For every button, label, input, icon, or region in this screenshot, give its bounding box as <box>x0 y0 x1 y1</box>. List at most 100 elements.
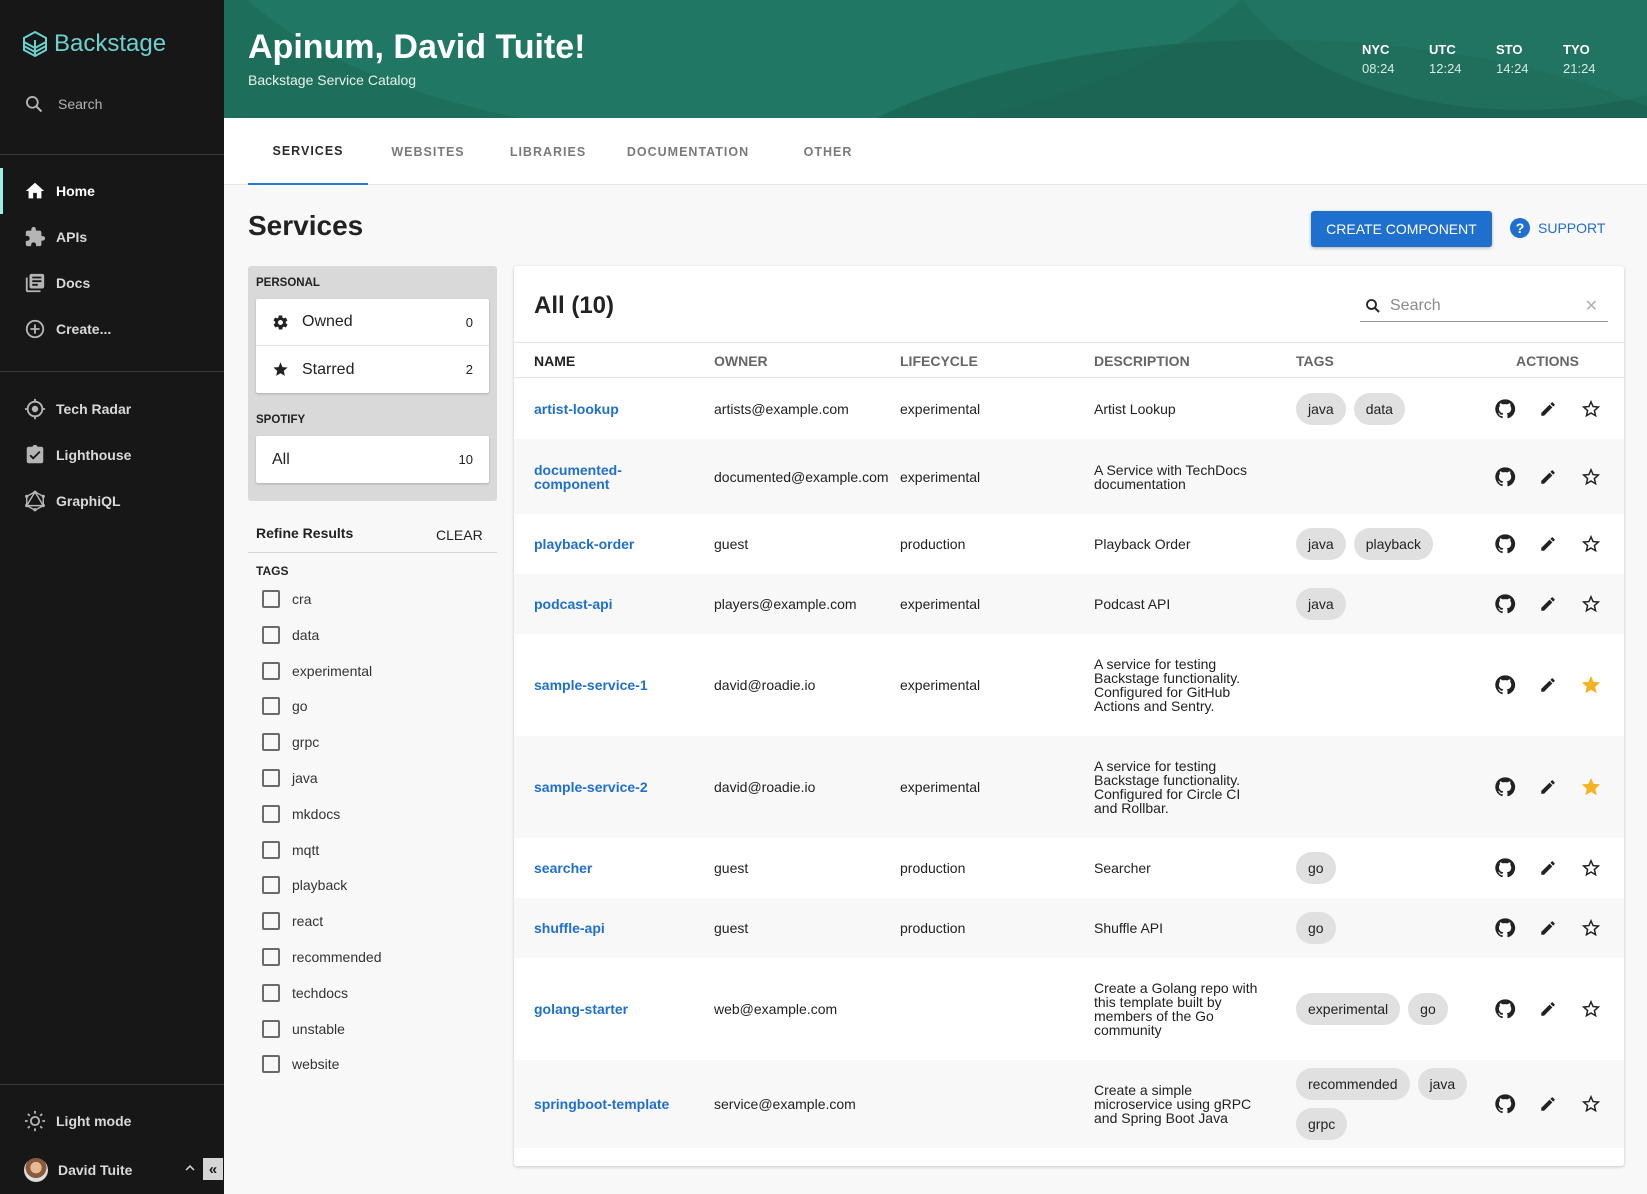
tag-filter-experimental[interactable]: experimental <box>262 661 372 680</box>
sidebar-search[interactable]: Search <box>24 94 102 114</box>
edit-icon[interactable] <box>1539 400 1557 418</box>
collapse-sidebar-button[interactable]: « <box>203 1158 223 1180</box>
tab-documentation[interactable]: DOCUMENTATION <box>608 118 768 185</box>
star-filled-icon[interactable] <box>1580 674 1602 696</box>
clear-search-icon[interactable]: ✕ <box>1585 296 1598 316</box>
edit-icon[interactable] <box>1539 1095 1557 1113</box>
service-name-link[interactable]: playback-order <box>534 537 674 551</box>
tab-services[interactable]: SERVICES <box>248 118 368 185</box>
edit-icon[interactable] <box>1539 676 1557 694</box>
tag-filter-cra[interactable]: cra <box>262 590 311 608</box>
edit-icon[interactable] <box>1539 535 1557 553</box>
column-header-tags[interactable]: TAGS <box>1296 353 1334 369</box>
tab-websites[interactable]: WEBSITES <box>368 118 488 185</box>
light-mode-toggle[interactable]: Light mode <box>0 1098 224 1144</box>
star-outline-icon[interactable] <box>1580 998 1602 1020</box>
star-outline-icon[interactable] <box>1580 398 1602 420</box>
column-header-description[interactable]: DESCRIPTION <box>1094 353 1190 369</box>
checkbox[interactable] <box>262 912 280 931</box>
service-name-link[interactable]: golang-starter <box>534 1002 674 1016</box>
checkbox[interactable] <box>262 983 280 1002</box>
service-name-link[interactable]: sample-service-1 <box>534 678 674 692</box>
checkbox[interactable] <box>262 840 280 859</box>
clear-filters-button[interactable]: CLEAR <box>436 527 483 543</box>
create-component-button[interactable]: CREATE COMPONENT <box>1311 211 1492 247</box>
checkbox[interactable] <box>262 804 280 823</box>
tag-filter-go[interactable]: go <box>262 697 308 716</box>
edit-icon[interactable] <box>1539 859 1557 877</box>
tag-filter-unstable[interactable]: unstable <box>262 1019 345 1038</box>
tab-other[interactable]: OTHER <box>768 118 888 185</box>
sidebar-item-graphiql[interactable]: GraphiQL <box>0 478 224 524</box>
tag-filter-grpc[interactable]: grpc <box>262 733 319 752</box>
checkbox[interactable] <box>262 661 280 680</box>
sidebar-item-apis[interactable]: APIs <box>0 214 224 260</box>
service-name-link[interactable]: artist-lookup <box>534 402 674 416</box>
github-icon[interactable] <box>1494 1093 1516 1115</box>
star-filled-icon[interactable] <box>1580 776 1602 798</box>
sidebar-item-docs[interactable]: Docs <box>0 260 224 306</box>
checkbox[interactable] <box>262 948 280 966</box>
github-icon[interactable] <box>1494 533 1516 555</box>
service-name-link[interactable]: springboot-template <box>534 1097 674 1111</box>
tag-filter-mkdocs[interactable]: mkdocs <box>262 804 340 823</box>
github-icon[interactable] <box>1494 398 1516 420</box>
checkbox[interactable] <box>262 733 280 752</box>
tags-header: TAGS <box>256 564 289 578</box>
github-icon[interactable] <box>1494 857 1516 879</box>
edit-icon[interactable] <box>1539 468 1557 486</box>
column-header-owner[interactable]: OWNER <box>714 353 768 369</box>
column-header-lifecycle[interactable]: LIFECYCLE <box>900 353 978 369</box>
filter-starred[interactable]: Starred 2 <box>256 346 489 393</box>
filter-all[interactable]: All 10 <box>256 436 489 483</box>
checkbox[interactable] <box>262 1019 280 1038</box>
star-outline-icon[interactable] <box>1580 857 1602 879</box>
backstage-logo[interactable]: Backstage <box>22 30 166 58</box>
column-header-name[interactable]: NAME <box>534 353 575 369</box>
star-outline-icon[interactable] <box>1580 593 1602 615</box>
tag-filter-react[interactable]: react <box>262 912 323 931</box>
service-name-link[interactable]: searcher <box>534 861 674 875</box>
tag-filter-data[interactable]: data <box>262 625 319 644</box>
tag-filter-playback[interactable]: playback <box>262 876 347 895</box>
filter-owned[interactable]: Owned 0 <box>256 299 489 346</box>
table-search-input[interactable]: Search ✕ <box>1360 290 1608 322</box>
github-icon[interactable] <box>1494 593 1516 615</box>
tab-libraries[interactable]: LIBRARIES <box>488 118 608 185</box>
user-profile[interactable]: David Tuite <box>0 1147 224 1193</box>
sidebar-item-home[interactable]: Home <box>0 168 224 214</box>
star-outline-icon[interactable] <box>1580 917 1602 939</box>
checkbox[interactable] <box>262 1055 280 1074</box>
edit-icon[interactable] <box>1539 919 1557 937</box>
star-outline-icon[interactable] <box>1580 1093 1602 1115</box>
edit-icon[interactable] <box>1539 778 1557 796</box>
tag-filter-java[interactable]: java <box>262 769 318 787</box>
github-icon[interactable] <box>1494 998 1516 1020</box>
github-icon[interactable] <box>1494 776 1516 798</box>
tag-filter-techdocs[interactable]: techdocs <box>262 983 348 1002</box>
checkbox[interactable] <box>262 769 280 787</box>
sidebar-item-create[interactable]: Create... <box>0 306 224 352</box>
tag-filter-mqtt[interactable]: mqtt <box>262 840 319 859</box>
sidebar-item-lighthouse[interactable]: Lighthouse <box>0 432 224 478</box>
checkbox[interactable] <box>262 876 280 895</box>
sidebar-item-tech-radar[interactable]: Tech Radar <box>0 386 224 432</box>
service-name-link[interactable]: shuffle-api <box>534 921 674 935</box>
service-name-link[interactable]: documented-component <box>534 463 674 491</box>
service-name-link[interactable]: sample-service-2 <box>534 780 674 794</box>
tag-filter-website[interactable]: website <box>262 1055 339 1074</box>
edit-icon[interactable] <box>1539 595 1557 613</box>
star-outline-icon[interactable] <box>1580 466 1602 488</box>
support-button[interactable]: ? SUPPORT <box>1510 218 1605 238</box>
github-icon[interactable] <box>1494 917 1516 939</box>
service-name-link[interactable]: podcast-api <box>534 597 674 611</box>
tag-filter-recommended[interactable]: recommended <box>262 948 382 966</box>
github-icon[interactable] <box>1494 674 1516 696</box>
checkbox[interactable] <box>262 590 280 608</box>
checkbox[interactable] <box>262 697 280 716</box>
edit-icon[interactable] <box>1539 1000 1557 1018</box>
checkbox[interactable] <box>262 625 280 644</box>
chevron-up-icon[interactable] <box>181 1159 199 1177</box>
star-outline-icon[interactable] <box>1580 533 1602 555</box>
github-icon[interactable] <box>1494 466 1516 488</box>
